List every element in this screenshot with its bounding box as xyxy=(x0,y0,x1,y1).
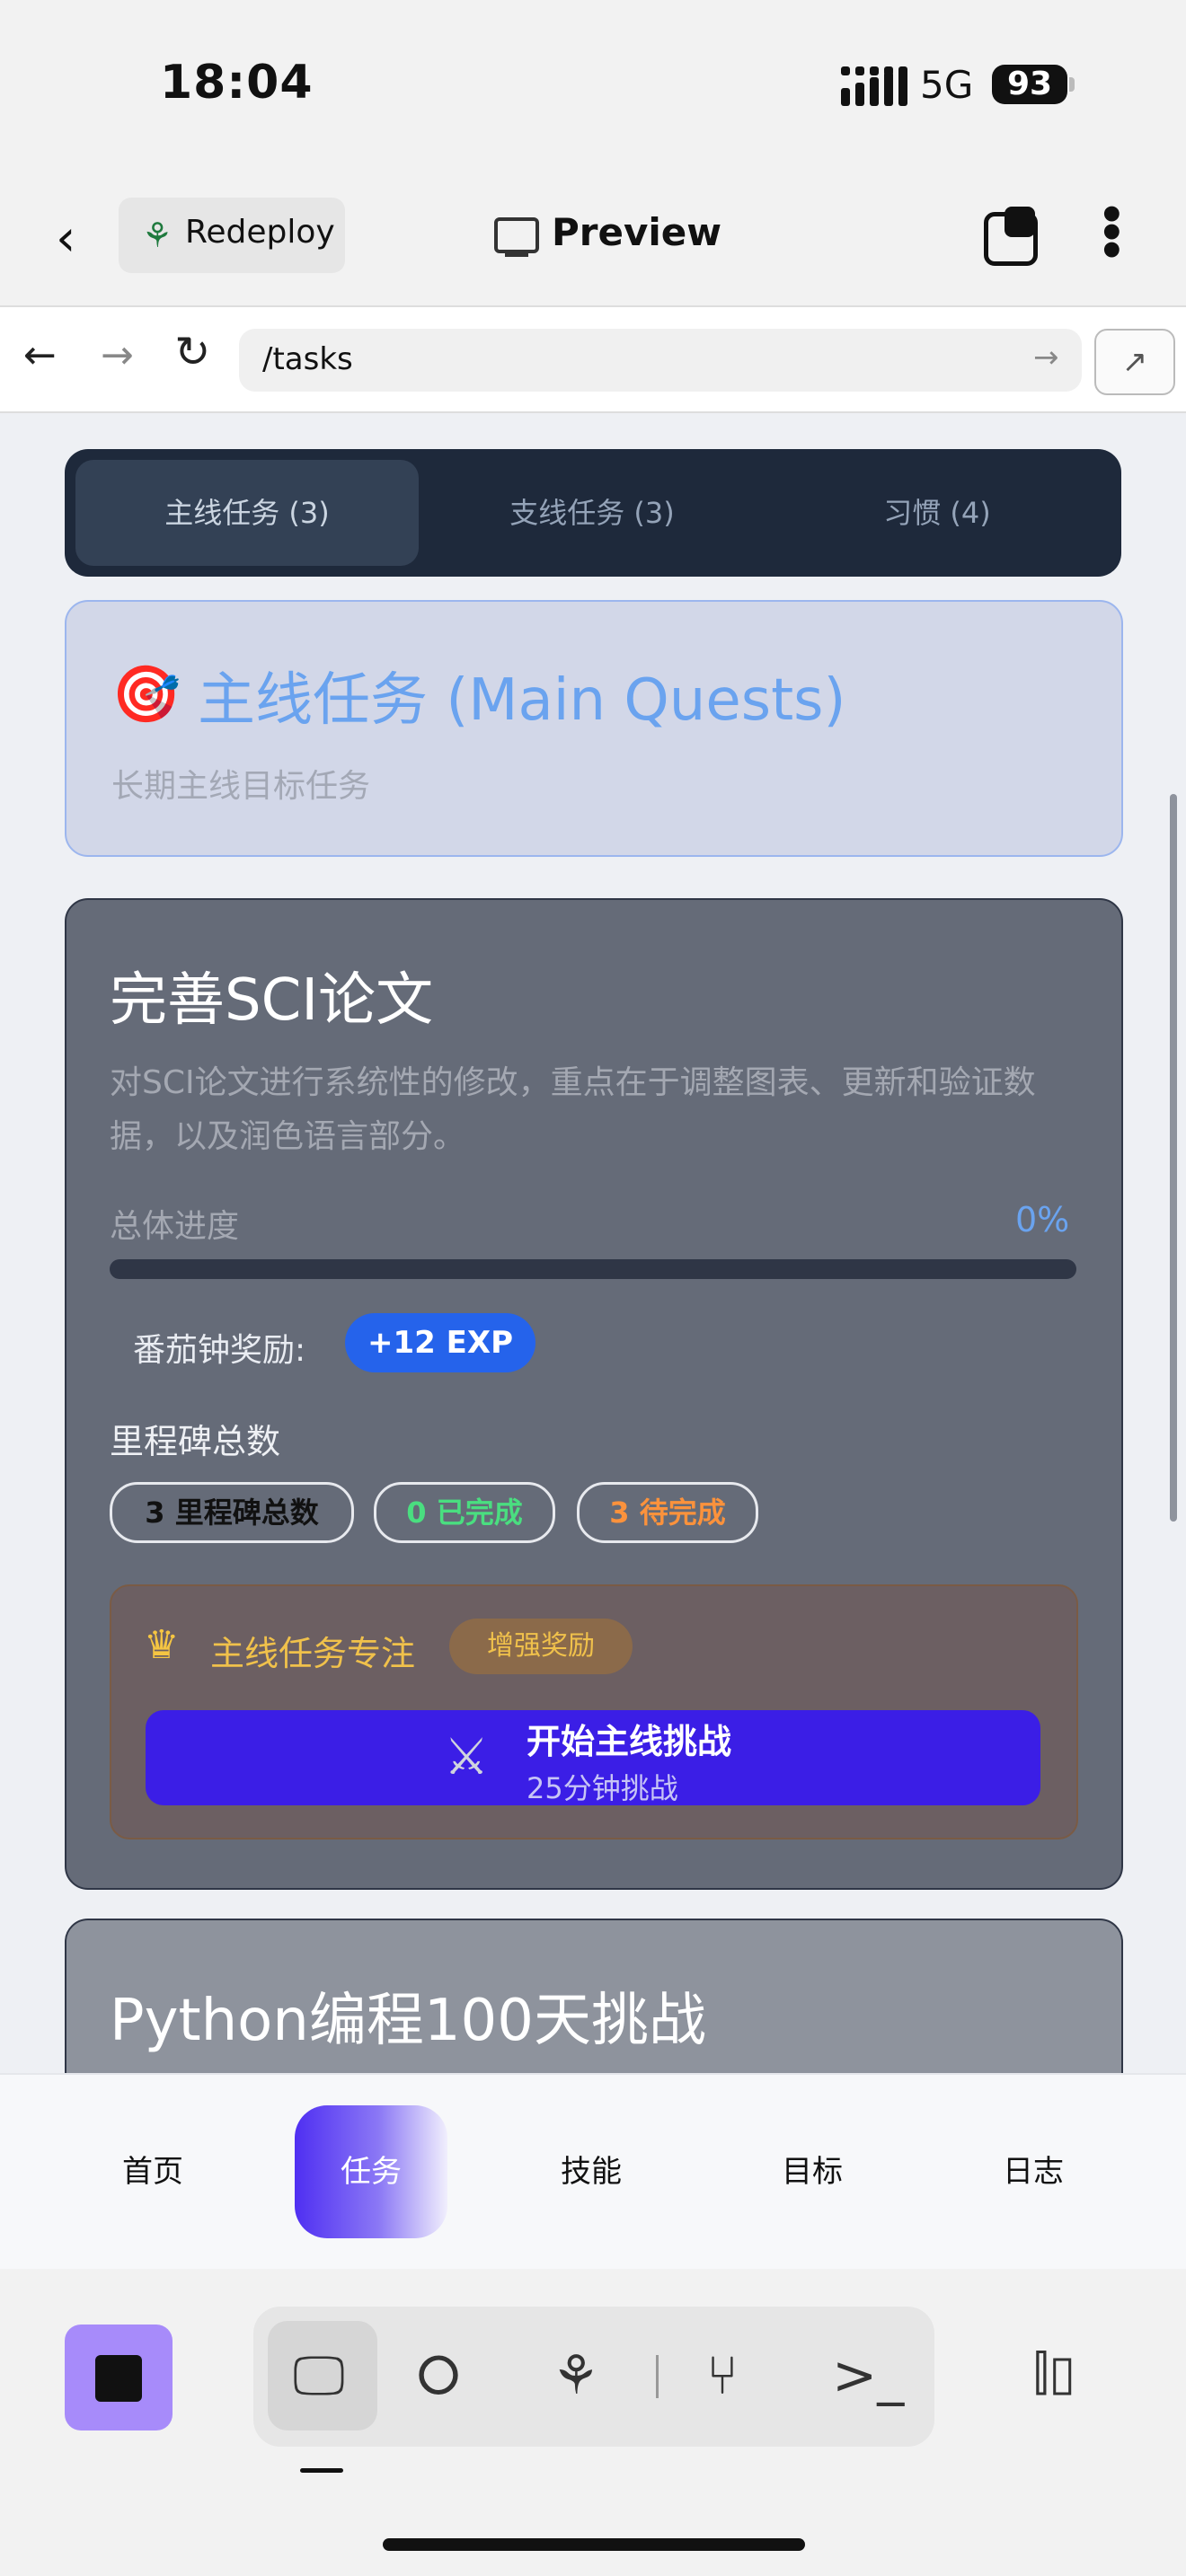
tree-icon: ⚘ xyxy=(142,216,173,255)
milestone-title: 里程碑总数 xyxy=(110,1422,281,1461)
panel-toggle-icon[interactable]: ⫿▯ xyxy=(1033,2344,1075,2402)
url-go-arrow-icon[interactable]: → xyxy=(1033,340,1059,375)
scrollbar[interactable] xyxy=(1170,794,1177,1522)
focus-title: 主线任务专注 xyxy=(210,1634,416,1673)
browser-forward-arrow-icon[interactable]: → xyxy=(101,332,134,378)
tomato-reward-label: 番茄钟奖励: xyxy=(133,1332,306,1369)
open-external-icon[interactable]: ↗ xyxy=(1094,329,1175,395)
tree-icon-tool[interactable]: ⚘ xyxy=(552,2344,600,2407)
branch-icon[interactable]: ⑂ xyxy=(706,2344,739,2407)
tab-main-quests[interactable]: 主线任务 (3) xyxy=(75,460,419,566)
task-title-2: Python编程100天挑战 xyxy=(110,1988,706,2054)
bonus-badge: 增强奖励 xyxy=(449,1619,633,1674)
start-challenge-label[interactable]: 开始主线挑战 xyxy=(527,1714,731,1763)
battery-indicator: 93 xyxy=(992,65,1067,104)
progress-label: 总体进度 xyxy=(110,1208,240,1245)
stop-icon xyxy=(95,2355,142,2402)
target-icon: 🎯 xyxy=(111,661,181,727)
nav-home[interactable]: 首页 xyxy=(81,2147,225,2191)
tab-side-quests[interactable]: 支线任务 (3) xyxy=(420,460,764,566)
monitor-stand xyxy=(505,253,528,257)
section-subtitle: 长期主线目标任务 xyxy=(111,768,371,805)
start-challenge-sublabel[interactable]: 25分钟挑战 xyxy=(527,1766,678,1807)
preview-title: Preview xyxy=(552,210,722,254)
progress-value: 0% xyxy=(1015,1200,1070,1239)
url-field[interactable] xyxy=(239,329,1082,392)
tabs-icon-inner xyxy=(1005,207,1035,237)
milestone-pending-pill: 3 待完成 xyxy=(577,1482,758,1543)
tool-separator xyxy=(656,2355,659,2398)
task-description: 对SCI论文进行系统性的修改，重点在于调整图表、更新和验证数据，以及润色语言部分… xyxy=(110,1064,1036,1155)
nav-log[interactable]: 日志 xyxy=(961,2147,1105,2191)
browser-back-arrow-icon[interactable]: ← xyxy=(23,332,57,378)
battery-tip xyxy=(1069,77,1075,92)
terminal-icon[interactable]: >_ xyxy=(832,2344,904,2407)
network-label: 5G xyxy=(920,63,974,107)
more-options-icon[interactable]: • • • xyxy=(1098,194,1126,273)
desktop-icon[interactable]: 🖵 xyxy=(293,2344,345,2407)
redeploy-label[interactable]: Redeploy xyxy=(185,214,335,251)
progress-track xyxy=(110,1259,1076,1279)
tab-habits[interactable]: 习惯 (4) xyxy=(766,460,1109,566)
monitor-icon xyxy=(494,217,539,253)
nav-goals[interactable]: 目标 xyxy=(740,2147,884,2191)
status-time: 18:04 xyxy=(160,56,314,110)
grid-dots-icon[interactable]: ⭘ xyxy=(417,2344,460,2407)
milestone-total-pill: 3 里程碑总数 xyxy=(110,1482,354,1543)
nav-tasks[interactable]: 任务 xyxy=(296,2147,446,2191)
home-indicator[interactable] xyxy=(383,2538,805,2551)
crossed-swords-icon: ⚔ xyxy=(444,1728,490,1786)
crown-icon: ♛ xyxy=(144,1622,180,1668)
back-chevron-icon[interactable]: ‹ xyxy=(56,209,75,268)
task-title: 完善SCI论文 xyxy=(110,967,434,1034)
exp-badge: +12 EXP xyxy=(345,1313,535,1372)
reload-icon[interactable]: ↻ xyxy=(174,327,210,377)
milestone-done-pill: 0 已完成 xyxy=(374,1482,555,1543)
section-title: 主线任务 (Main Quests) xyxy=(198,667,846,734)
active-tool-underline xyxy=(300,2468,343,2473)
nav-skills[interactable]: 技能 xyxy=(519,2147,663,2191)
url-text[interactable]: /tasks xyxy=(262,341,353,377)
